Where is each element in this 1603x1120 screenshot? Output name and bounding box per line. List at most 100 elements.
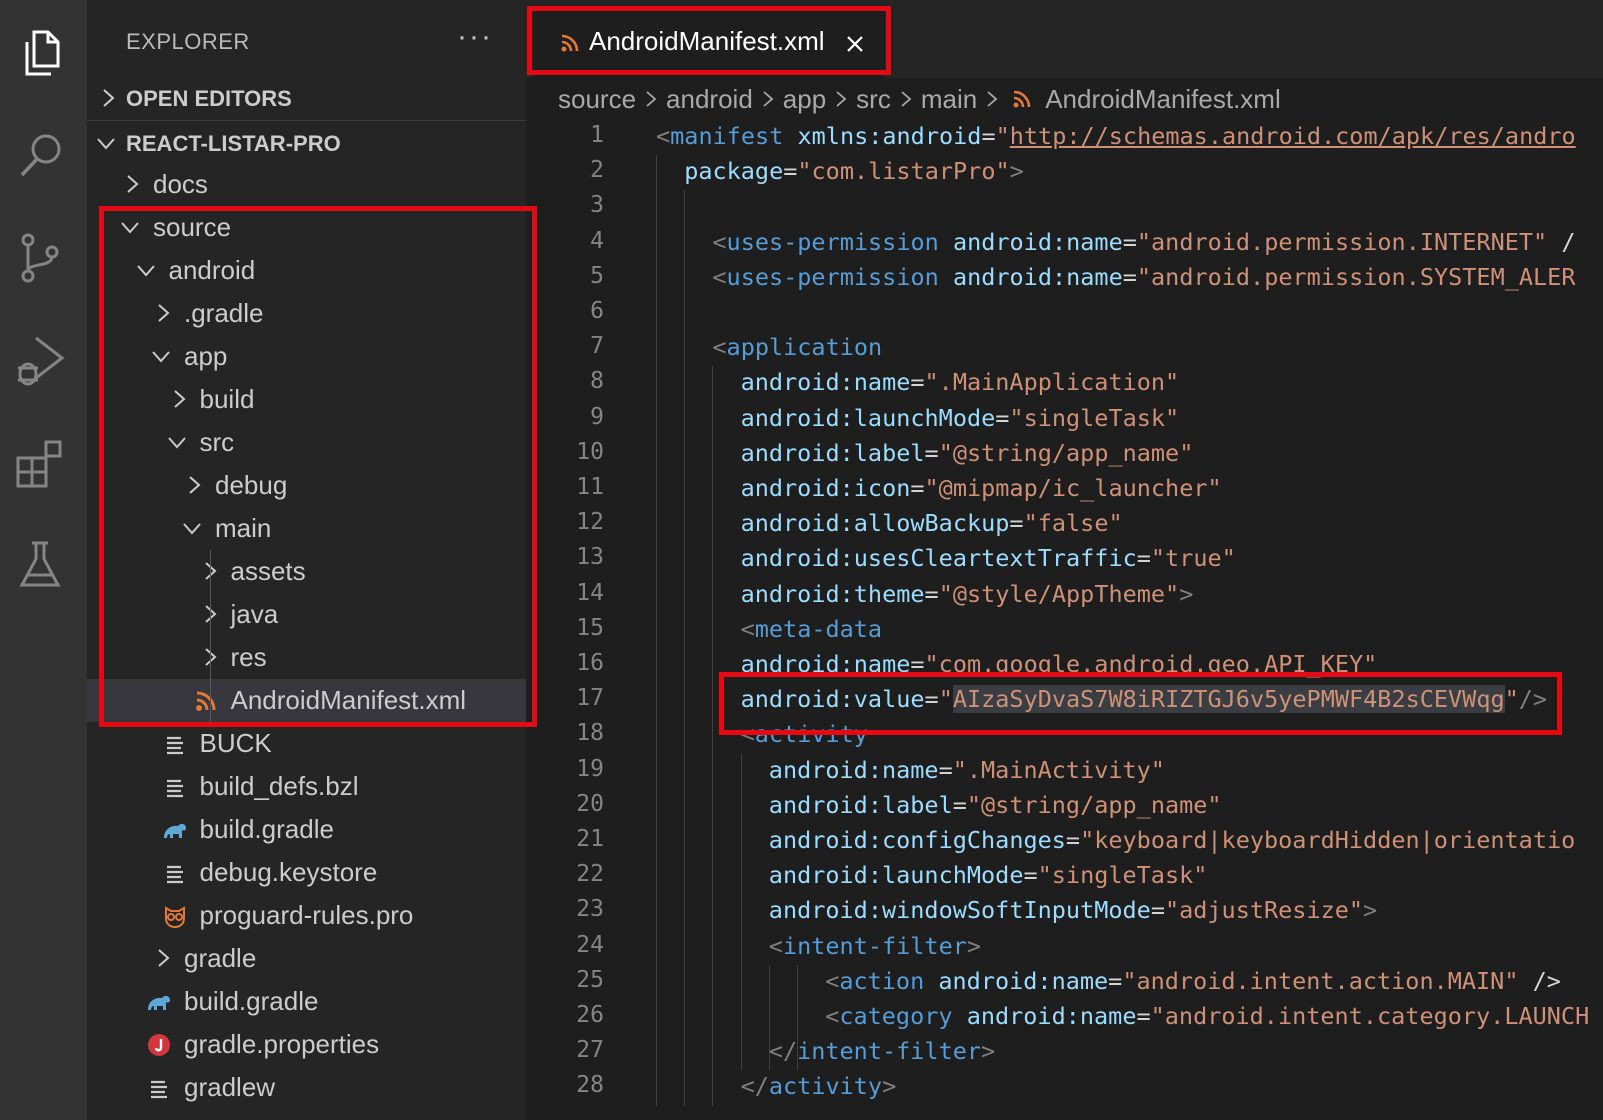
code-line[interactable]: 5 <uses-permission android:name="android.…	[526, 261, 1603, 296]
tree-item-label: build.gradle	[184, 986, 319, 1016]
code-line[interactable]: 2 package="com.listarPro">	[526, 155, 1603, 190]
code-token: "true"	[1150, 544, 1236, 573]
breadcrumb-item[interactable]: main	[921, 84, 977, 115]
chevron-down-icon	[97, 138, 115, 150]
tree-item[interactable]: build.gradle	[87, 808, 526, 851]
code-line[interactable]: 6	[526, 296, 1603, 331]
tree-item[interactable]: gradle	[87, 937, 526, 980]
code-token: =	[1065, 826, 1081, 854]
code-token: />	[1518, 966, 1561, 995]
code-line[interactable]: 3	[526, 190, 1603, 225]
explorer-title: EXPLORER	[126, 29, 250, 54]
code-token: <	[712, 227, 727, 256]
line-number: 6	[590, 298, 604, 324]
code-line[interactable]: 11 android:icon="@mipmap/ic_launcher"	[526, 472, 1603, 507]
tree-item[interactable]: BUCK	[87, 722, 526, 765]
tree-item[interactable]: build.gradle	[87, 980, 526, 1023]
code-token: package	[684, 157, 784, 186]
breadcrumb-item[interactable]: src	[856, 84, 891, 115]
tree-item[interactable]: docs	[87, 163, 526, 206]
code-token: =	[981, 122, 996, 150]
line-number: 2	[590, 157, 604, 184]
testing-icon[interactable]	[12, 535, 72, 595]
code-token: </	[740, 1072, 769, 1101]
line-number: 19	[576, 755, 604, 782]
tree-item-label: gradle	[184, 943, 257, 973]
code-line[interactable]: 22 android:launchMode="singleTask"	[526, 859, 1603, 894]
code-token: manifest	[670, 122, 784, 150]
gradle-elephant-icon	[148, 995, 170, 1010]
code-token: android:configChanges	[768, 826, 1066, 854]
breadcrumb-item[interactable]: android	[666, 84, 753, 115]
code-text: <manifest xmlns:android="http://schemas.…	[656, 122, 1576, 150]
rss-icon	[1013, 90, 1031, 108]
code-line[interactable]: 26 <category android:name="android.intent…	[526, 1000, 1603, 1035]
tree-item[interactable]: gradle.properties	[87, 1023, 526, 1066]
line-number: 12	[576, 509, 604, 536]
code-token: android:name	[952, 227, 1123, 256]
code-line[interactable]: 25 <action android:name="android.intent.a…	[526, 965, 1603, 1000]
tree-item-label: proguard-rules.pro	[199, 900, 414, 930]
code-token: uses-permission	[726, 262, 939, 291]
code-line[interactable]: 19 android:name=".MainActivity"	[526, 754, 1603, 789]
code-line[interactable]: 23 android:windowSoftInputMode="adjustRes…	[526, 894, 1603, 929]
explorer-icon[interactable]	[12, 22, 72, 82]
code-line[interactable]: 4 <uses-permission android:name="android.…	[526, 226, 1603, 261]
code-line[interactable]: 24 <intent-filter>	[526, 930, 1603, 965]
code-token: intent-filter	[782, 931, 967, 960]
code-token: activity	[768, 1072, 883, 1101]
code-line[interactable]: 12 android:allowBackup="false"	[526, 507, 1603, 542]
extensions-icon[interactable]	[12, 432, 72, 492]
code-token: android:theme	[740, 579, 925, 608]
code-token: android:launchMode	[740, 403, 996, 432]
code-token: =	[1122, 262, 1137, 291]
open-editors-section[interactable]: OPEN EDITORS	[87, 78, 526, 120]
code-line[interactable]: 10 android:label="@string/app_name"	[526, 437, 1603, 472]
breadcrumb-item[interactable]: app	[783, 84, 826, 115]
code-token: =	[1136, 1002, 1151, 1030]
chevron-right-icon	[127, 175, 139, 193]
chevron-right-icon	[103, 89, 115, 107]
tree-item[interactable]: gradlew	[87, 1066, 526, 1109]
code-token: "@string/app_name"	[938, 438, 1194, 467]
code-token: <	[712, 333, 727, 362]
code-text: android:label="@string/app_name"	[741, 439, 1194, 467]
code-token: "com.listarPro"	[797, 157, 1010, 186]
code-line[interactable]: 15 <meta-data	[526, 613, 1603, 648]
code-line[interactable]: 9 android:launchMode="singleTask"	[526, 402, 1603, 437]
tree-item[interactable]: debug.keystore	[87, 851, 526, 894]
code-text: </intent-filter>	[769, 1037, 995, 1065]
code-line[interactable]: 7 <application	[526, 331, 1603, 366]
code-token: =	[1023, 861, 1038, 890]
project-section[interactable]: REACT-LISTAR-PRO	[87, 123, 526, 165]
chevron-right-icon	[901, 91, 912, 107]
code-line[interactable]: 8 android:name=".MainApplication"	[526, 366, 1603, 401]
line-number: 10	[576, 438, 604, 465]
breadcrumb-item[interactable]: AndroidManifest.xml	[1045, 84, 1281, 115]
source-control-icon[interactable]	[12, 228, 72, 288]
tree-item[interactable]: proguard-rules.pro	[87, 894, 526, 937]
code-line[interactable]: 13 android:usesCleartextTraffic="true"	[526, 542, 1603, 577]
code-token: <	[825, 1002, 840, 1030]
code-editor[interactable]: 1 <manifest xmlns:android="http://schemas…	[526, 120, 1603, 1120]
code-text: android:launchMode="singleTask"	[741, 404, 1180, 432]
more-actions-icon[interactable]: ···	[457, 20, 493, 54]
code-line[interactable]: 1 <manifest xmlns:android="http://schemas…	[526, 120, 1603, 155]
code-token: action	[839, 966, 925, 995]
code-line[interactable]: 27 </intent-filter>	[526, 1035, 1603, 1070]
code-line[interactable]: 20 android:label="@string/app_name"	[526, 789, 1603, 824]
code-token: =	[783, 157, 798, 186]
breadcrumb-item[interactable]: source	[558, 84, 636, 115]
section-label: REACT-LISTAR-PRO	[126, 131, 341, 156]
run-debug-icon[interactable]	[12, 330, 72, 390]
code-line[interactable]: 28 </activity>	[526, 1070, 1603, 1105]
code-token: "android.permission.INTERNET"	[1136, 227, 1548, 256]
code-line[interactable]: 14 android:theme="@style/AppTheme">	[526, 578, 1603, 613]
text-file-icon	[166, 736, 183, 755]
search-icon[interactable]	[12, 125, 72, 185]
code-line[interactable]: 21 android:configChanges="keyboard|keyboa…	[526, 824, 1603, 859]
code-text: <uses-permission android:name="android.p…	[712, 263, 1575, 291]
tree-item[interactable]: build_defs.bzl	[87, 765, 526, 808]
